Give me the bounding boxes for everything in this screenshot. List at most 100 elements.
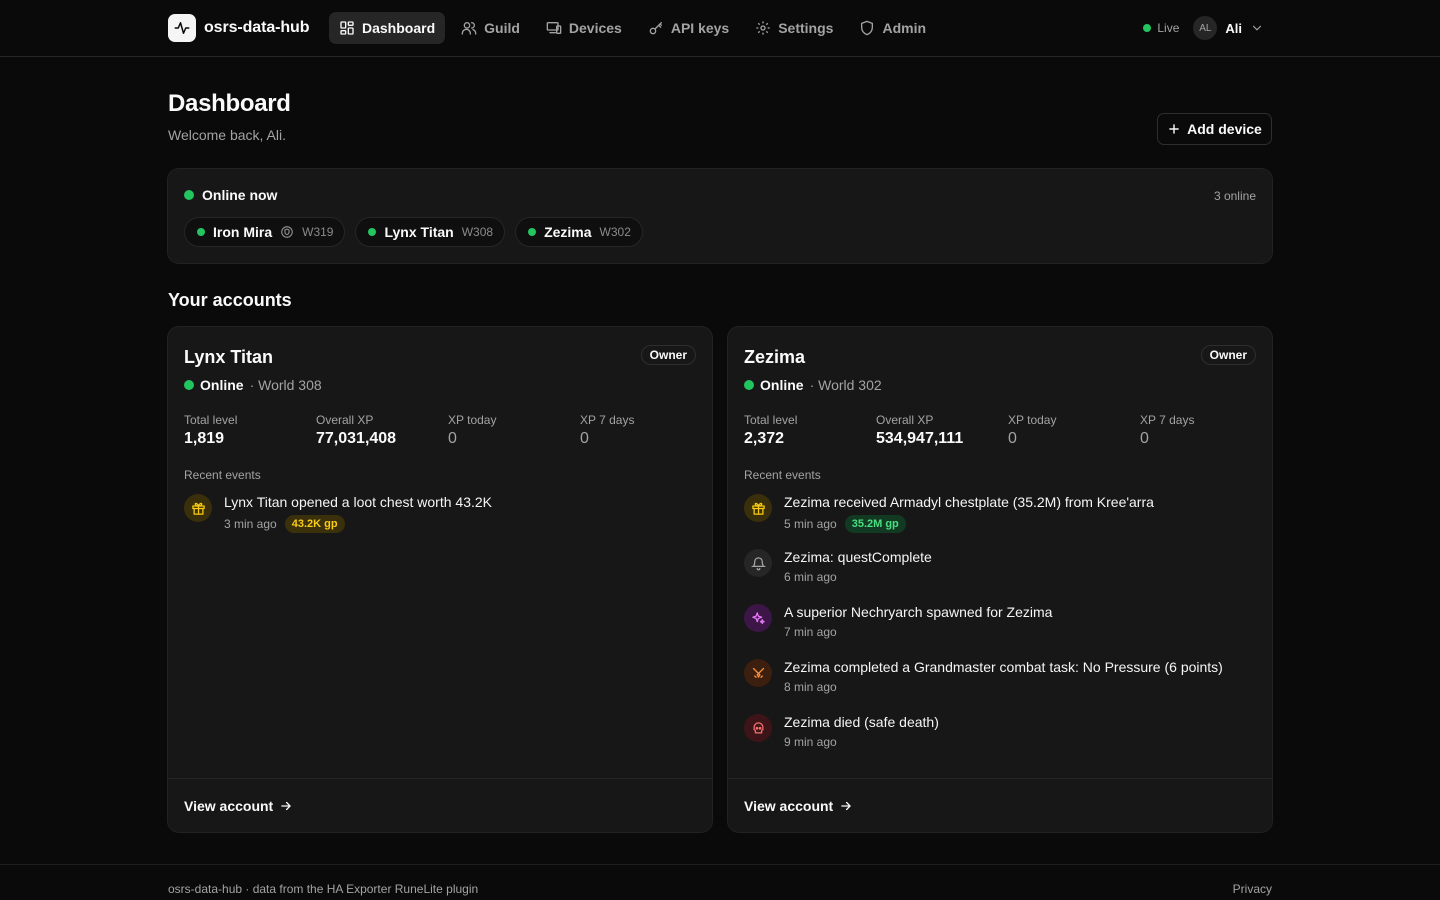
events-list: Zezima received Armadyl chestplate (35.2… (744, 493, 1254, 768)
status-label: Online (200, 377, 244, 393)
nav-item-guild[interactable]: Guild (451, 12, 530, 44)
player-chip[interactable]: Zezima W302 (515, 217, 643, 247)
stat-label: XP today (1008, 413, 1057, 427)
events-label: Recent events (184, 468, 261, 482)
grid-icon (340, 21, 354, 35)
value-pill: 35.2M gp (844, 515, 906, 533)
stat-label: Total level (184, 413, 238, 427)
add-device-button[interactable]: Add device (1157, 113, 1272, 145)
status-world: · World 308 (249, 377, 322, 393)
event-item: A superior Nechryarch spawned for Zezima… (744, 603, 1254, 658)
player-name: Zezima (544, 224, 592, 240)
online-dot (184, 190, 194, 200)
arrow-right-icon (281, 801, 292, 810)
event-item: Zezima: questComplete 6 min ago (744, 548, 1254, 603)
stat-total-level: Total level 1,819 (184, 413, 316, 448)
nav-item-admin[interactable]: Admin (849, 12, 936, 44)
event-item: Zezima died (safe death) 9 min ago (744, 713, 1254, 768)
stat-label: Overall XP (316, 413, 374, 427)
skull-icon (744, 714, 772, 742)
events-label: Recent events (744, 468, 821, 482)
online-dot (197, 228, 205, 236)
card-footer: View account (168, 778, 712, 832)
online-heading-label: Online now (202, 187, 278, 203)
key-icon (649, 22, 662, 35)
nav-item-dashboard[interactable]: Dashboard (329, 12, 446, 44)
main-nav: Dashboard Guild Devices API keys Setting… (329, 12, 936, 44)
nav-item-settings[interactable]: Settings (745, 12, 843, 44)
event-text: A superior Nechryarch spawned for Zezima (784, 604, 1053, 620)
online-dot (368, 228, 377, 236)
online-count: 3 online (1213, 189, 1256, 203)
view-account-link[interactable]: View account (184, 798, 293, 814)
sparkles-icon (744, 604, 772, 632)
view-account-label: View account (744, 797, 834, 814)
brand[interactable]: osrs-data-hub (168, 14, 309, 42)
event-time: 5 min ago (784, 517, 837, 531)
role-badge: Owner (640, 345, 696, 365)
live-dot (1143, 24, 1152, 32)
account-card: Lynx Titan Owner Online · World 308 Tota… (167, 326, 713, 833)
event-time: 8 min ago (784, 680, 837, 694)
event-text: Zezima: questComplete (784, 549, 932, 565)
privacy-link[interactable]: Privacy (1233, 882, 1272, 896)
activity-icon (168, 14, 196, 42)
nav-label: API keys (670, 20, 730, 36)
stat-xp-7-days: XP 7 days 0 (1140, 413, 1272, 448)
stat-label: XP today (448, 413, 497, 427)
stat-value: 0 (1008, 430, 1017, 447)
footer-text: osrs-data-hub · data from the HA Exporte… (168, 882, 479, 896)
live-indicator: Live (1143, 21, 1179, 35)
view-account-link[interactable]: View account (744, 798, 853, 814)
online-players: Iron Mira W319 Lynx Titan W308 Zezima W3… (184, 217, 643, 247)
view-account-label: View account (184, 797, 274, 814)
users-icon (461, 22, 477, 35)
stat-value: 534,947,111 (876, 430, 964, 447)
stat-xp-today: XP today 0 (448, 413, 580, 448)
stat-value: 1,819 (184, 430, 225, 447)
stat-label: Overall XP (876, 413, 934, 427)
account-stats: Total level 1,819 Overall XP 77,031,408 … (184, 413, 712, 448)
top-bar: osrs-data-hub Dashboard Guild Devices AP… (0, 0, 1440, 57)
stat-value: 0 (580, 430, 589, 447)
event-item: Lynx Titan opened a loot chest worth 43.… (184, 493, 694, 548)
player-world: W308 (461, 225, 494, 239)
stat-total-level: Total level 2,372 (744, 413, 876, 448)
player-chip[interactable]: Lynx Titan W308 (355, 217, 506, 247)
bell-icon (744, 549, 772, 577)
shield-icon (861, 20, 874, 36)
nav-label: Dashboard (362, 20, 436, 36)
top-right: Live AL Ali (1143, 16, 1264, 40)
value-pill: 43.2K gp (284, 515, 345, 533)
stat-value: 2,372 (744, 430, 785, 447)
player-world: W319 (302, 225, 334, 239)
card-footer: View account (728, 778, 1272, 832)
stat-overall-xp: Overall XP 77,031,408 (316, 413, 448, 448)
event-time: 3 min ago (224, 517, 277, 531)
stat-label: XP 7 days (580, 413, 635, 427)
account-name[interactable]: Zezima (744, 347, 805, 368)
stat-value: 0 (448, 430, 457, 447)
chevron-down-icon (1252, 25, 1262, 31)
arrow-right-icon (841, 801, 852, 810)
role-badge: Owner (1200, 345, 1256, 365)
event-item: Zezima received Armadyl chestplate (35.2… (744, 493, 1254, 548)
nav-label: Settings (778, 20, 834, 36)
event-text: Zezima completed a Grandmaster combat ta… (784, 659, 1223, 675)
player-chip[interactable]: Iron Mira W319 (184, 217, 346, 247)
account-status: Online · World 302 (744, 377, 882, 393)
event-text: Lynx Titan opened a loot chest worth 43.… (224, 494, 492, 510)
nav-item-devices[interactable]: Devices (536, 12, 632, 44)
stat-value: 0 (1140, 430, 1149, 447)
event-time: 6 min ago (784, 570, 837, 584)
account-name[interactable]: Lynx Titan (184, 347, 273, 368)
add-device-label: Add device (1187, 121, 1262, 137)
page-title: Dashboard (168, 90, 291, 117)
events-list: Lynx Titan opened a loot chest worth 43.… (184, 493, 694, 548)
live-label: Live (1157, 21, 1180, 35)
nav-item-api-keys[interactable]: API keys (638, 12, 739, 44)
accounts-title: Your accounts (168, 290, 292, 310)
ironman-shield-icon (281, 226, 293, 238)
stat-label: XP 7 days (1140, 413, 1195, 427)
user-menu[interactable]: AL Ali (1193, 16, 1264, 40)
